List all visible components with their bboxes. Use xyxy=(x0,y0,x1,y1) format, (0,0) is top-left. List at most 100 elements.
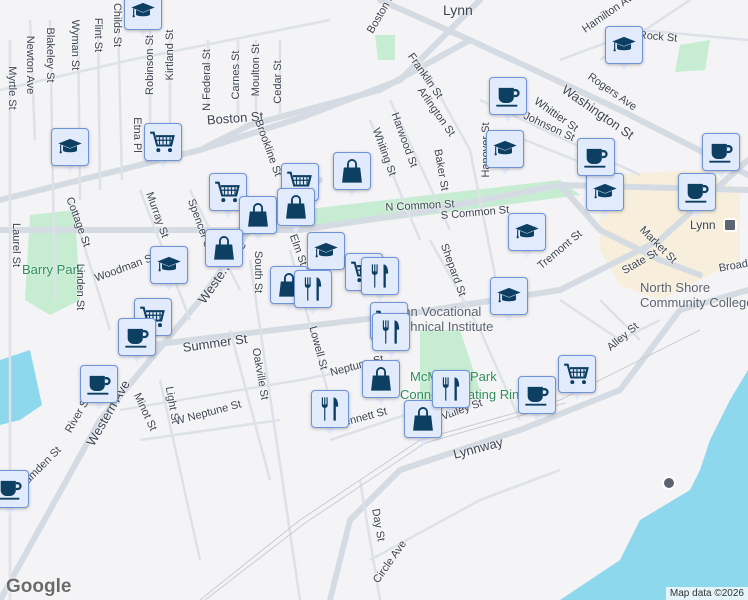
marker-badge xyxy=(432,370,470,408)
cup-icon xyxy=(683,178,711,206)
school-marker[interactable] xyxy=(150,246,188,292)
school-icon xyxy=(610,31,638,59)
marker-badge xyxy=(0,470,29,508)
marker-badge xyxy=(307,232,345,270)
marker-badge xyxy=(333,152,371,190)
restaurant-icon xyxy=(316,395,344,423)
cart-icon xyxy=(149,128,177,156)
restaurant-icon xyxy=(299,275,327,303)
marker-badge xyxy=(361,257,399,295)
google-logo: Google xyxy=(6,576,72,597)
cup-icon xyxy=(582,143,610,171)
cup-marker[interactable] xyxy=(577,138,615,184)
school-marker[interactable] xyxy=(508,213,546,259)
street-label: N Federal St xyxy=(201,49,213,111)
school-icon xyxy=(155,251,183,279)
street-label: Wyman St xyxy=(69,19,81,71)
cup-marker[interactable] xyxy=(678,173,716,219)
water-pond xyxy=(0,350,42,425)
bag-marker[interactable] xyxy=(205,229,243,275)
map-canvas[interactable]: Lynn Lynn Barry Park McManus Park Conner… xyxy=(0,0,748,600)
bag-icon xyxy=(367,365,395,393)
street-label: Moulton St xyxy=(250,43,262,97)
street-label: Flint St xyxy=(92,17,104,53)
marker-badge xyxy=(577,138,615,176)
park-area xyxy=(675,40,710,72)
restaurant-icon xyxy=(437,375,465,403)
street-label: Kirtland St xyxy=(164,29,176,81)
street-label: Robinson St xyxy=(144,35,156,95)
marker-badge xyxy=(605,26,643,64)
park-area xyxy=(375,35,395,60)
street-label: South St xyxy=(252,250,264,294)
poi-label: Community College xyxy=(640,295,748,310)
marker-badge xyxy=(144,123,182,161)
marker-badge xyxy=(678,173,716,211)
school-icon xyxy=(513,218,541,246)
marker-badge xyxy=(311,390,349,428)
bag-icon xyxy=(338,157,366,185)
marker-badge xyxy=(508,213,546,251)
street-label: Cedar St xyxy=(272,60,284,104)
cup-marker[interactable] xyxy=(489,77,527,123)
cup-icon xyxy=(707,138,735,166)
restaurant-marker[interactable] xyxy=(432,370,470,416)
cup-marker[interactable] xyxy=(518,376,556,422)
street-label: Myrtle St xyxy=(6,66,18,110)
marker-badge xyxy=(277,188,315,226)
marker-badge xyxy=(239,196,277,234)
cup-marker[interactable] xyxy=(80,365,118,411)
bag-icon xyxy=(210,234,238,262)
school-marker[interactable] xyxy=(490,277,528,323)
marker-badge xyxy=(518,376,556,414)
marker-badge xyxy=(150,246,188,284)
school-icon xyxy=(129,0,157,25)
cup-icon xyxy=(85,370,113,398)
restaurant-marker[interactable] xyxy=(372,313,410,359)
city-label: Lynn xyxy=(443,2,473,18)
restaurant-marker[interactable] xyxy=(361,257,399,303)
station-label: Lynn xyxy=(690,218,716,232)
cup-marker[interactable] xyxy=(118,318,156,364)
cup-icon xyxy=(523,381,551,409)
bag-marker[interactable] xyxy=(333,152,371,198)
street-label: Linden St xyxy=(74,263,86,311)
bag-marker[interactable] xyxy=(239,196,277,242)
map-attribution[interactable]: Map data ©2026 xyxy=(665,587,748,600)
school-marker[interactable] xyxy=(605,26,643,72)
marker-badge xyxy=(486,130,524,168)
school-marker[interactable] xyxy=(124,0,162,38)
cart-icon xyxy=(563,360,591,388)
school-icon xyxy=(495,282,523,310)
bag-icon xyxy=(282,193,310,221)
train-station-icon[interactable] xyxy=(723,218,737,232)
cart-icon xyxy=(214,178,242,206)
bag-marker[interactable] xyxy=(362,360,400,406)
cart-marker[interactable] xyxy=(144,123,182,169)
street-label: Carnes St xyxy=(230,50,242,100)
bag-icon xyxy=(244,201,272,229)
marker-badge xyxy=(702,133,740,171)
cup-icon xyxy=(0,475,24,503)
marker-badge xyxy=(489,77,527,115)
school-icon xyxy=(56,133,84,161)
marker-badge xyxy=(372,313,410,351)
cup-icon xyxy=(494,82,522,110)
school-icon xyxy=(312,237,340,265)
school-marker[interactable] xyxy=(51,128,89,174)
ferry-icon[interactable] xyxy=(662,476,676,490)
marker-badge xyxy=(490,277,528,315)
bag-marker[interactable] xyxy=(277,188,315,234)
marker-badge xyxy=(124,0,162,30)
restaurant-marker[interactable] xyxy=(311,390,349,436)
school-marker[interactable] xyxy=(486,130,524,176)
restaurant-marker[interactable] xyxy=(294,270,332,316)
marker-badge xyxy=(558,355,596,393)
cup-marker[interactable] xyxy=(0,470,29,516)
marker-badge xyxy=(294,270,332,308)
school-icon xyxy=(491,135,519,163)
marker-badge xyxy=(51,128,89,166)
marker-badge xyxy=(80,365,118,403)
street-label: Laurel St xyxy=(10,222,22,268)
cart-marker[interactable] xyxy=(558,355,596,401)
